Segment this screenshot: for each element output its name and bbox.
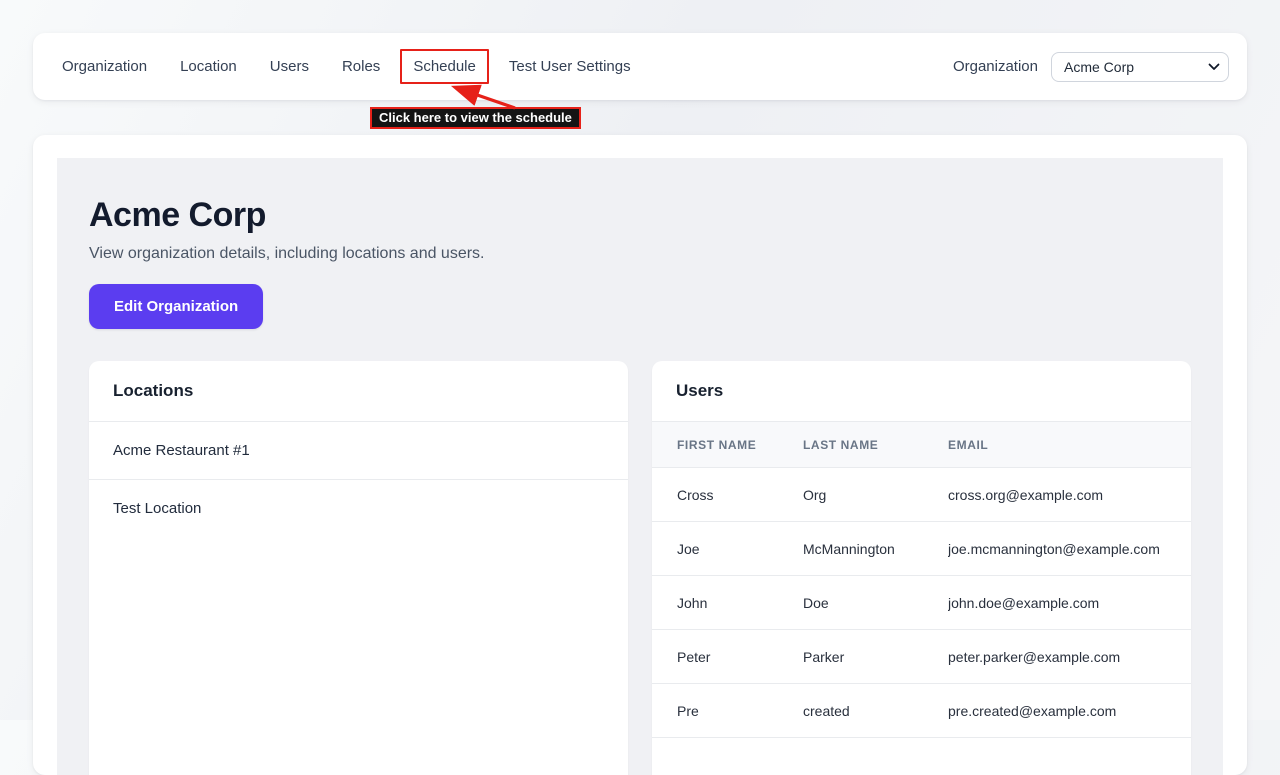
- locations-card: Locations Acme Restaurant #1 Test Locatio…: [89, 361, 628, 775]
- user-table-cell: Org: [803, 487, 827, 503]
- user-table-cell: Pre: [677, 703, 699, 719]
- organization-panel: Acme Corp View organization details, inc…: [33, 135, 1247, 775]
- nav-item-roles[interactable]: Roles: [342, 58, 380, 75]
- organization-detail-section: Acme Corp View organization details, inc…: [57, 158, 1223, 775]
- users-column-header: EMAIL: [948, 438, 989, 452]
- page-subtitle: View organization details, including loc…: [89, 245, 485, 262]
- user-table-row: Pre created pre.created@example.com: [652, 684, 1191, 738]
- nav-item-test-user-settings[interactable]: Test User Settings: [509, 58, 631, 75]
- user-table-row: Cross Org cross.org@example.com: [652, 468, 1191, 522]
- user-table-cell: Peter: [677, 649, 711, 665]
- user-table-cell: Parker: [803, 649, 845, 665]
- user-table-row: John Doe john.doe@example.com: [652, 576, 1191, 630]
- user-table-cell: John: [677, 595, 708, 611]
- nav-item-users[interactable]: Users: [270, 58, 309, 75]
- users-table-header-row: FIRST NAME LAST NAME EMAIL: [652, 422, 1191, 468]
- page-title: Acme Corp: [89, 196, 266, 234]
- user-table-cell: created: [803, 703, 850, 719]
- locations-list: Acme Restaurant #1 Test Location: [89, 422, 628, 537]
- org-selector-group: Organization Acme Corp: [952, 51, 1229, 82]
- user-table-cell: peter.parker@example.com: [948, 649, 1121, 665]
- users-card: Users FIRST NAME LAST NAME EMAIL Cross Org c…: [652, 361, 1191, 775]
- location-list-item[interactable]: Acme Restaurant #1: [89, 422, 628, 480]
- user-table-cell: john.doe@example.com: [948, 595, 1100, 611]
- user-table-cell: cross.org@example.com: [948, 487, 1104, 503]
- organization-select[interactable]: Acme Corp: [1051, 51, 1229, 82]
- user-table-cell: Doe: [803, 595, 829, 611]
- nav-item-location[interactable]: Location: [180, 58, 237, 75]
- user-table-row: Joe McMannington joe.mcmannington@example.…: [652, 522, 1191, 576]
- nav-item-organization[interactable]: Organization: [62, 58, 147, 75]
- users-card-title: Users: [652, 361, 1191, 422]
- edit-organization-button[interactable]: Edit Organization: [89, 284, 264, 329]
- users-table: FIRST NAME LAST NAME EMAIL Cross Org cross.o…: [652, 422, 1191, 738]
- org-select-wrap: Acme Corp: [1051, 51, 1229, 82]
- location-list-item[interactable]: Test Location: [89, 480, 628, 537]
- user-table-cell: pre.created@example.com: [948, 703, 1117, 719]
- users-column-header: FIRST NAME: [677, 438, 757, 452]
- user-table-row: Peter Parker peter.parker@example.com: [652, 630, 1191, 684]
- user-table-cell: Cross: [677, 487, 714, 503]
- users-column-header: LAST NAME: [803, 438, 879, 452]
- locations-card-title: Locations: [89, 361, 628, 422]
- top-nav: Organization Location Users Roles Schedule Te…: [33, 33, 1247, 100]
- user-table-cell: joe.mcmannington@example.com: [948, 541, 1160, 557]
- org-selector-label: Organization: [952, 58, 1038, 75]
- cards-row: Locations Acme Restaurant #1 Test Locatio…: [89, 361, 1191, 775]
- nav-items: Organization Location Users Roles Schedule Te…: [62, 49, 631, 84]
- user-table-cell: Joe: [677, 541, 700, 557]
- tooltip-text: Click here to view the schedule: [379, 110, 572, 125]
- user-table-cell: McMannington: [803, 541, 895, 557]
- tooltip-arrow-icon: [450, 84, 516, 110]
